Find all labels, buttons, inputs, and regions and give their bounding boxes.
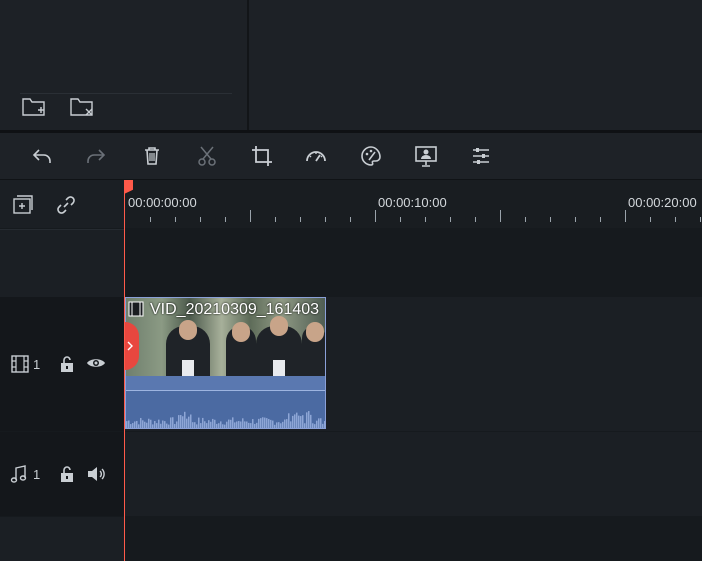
video-clip[interactable]: VID_20210309_161403 [125, 297, 326, 429]
empty-track-lane[interactable] [125, 229, 702, 296]
ruler-tick [225, 217, 226, 222]
ruler-tick [600, 217, 601, 222]
volume-icon[interactable] [85, 463, 107, 485]
speed-icon[interactable] [304, 144, 328, 168]
ruler-tick [475, 217, 476, 222]
ruler-tick [325, 217, 326, 222]
video-track-number: 1 [33, 357, 41, 372]
ruler-tick [350, 217, 351, 222]
timecode-0: 00:00:00:00 [128, 195, 197, 210]
ruler-tick [550, 217, 551, 222]
ruler-tick [675, 217, 676, 222]
link-icon[interactable] [55, 194, 77, 216]
ruler-tick [500, 210, 501, 222]
eye-icon[interactable] [85, 352, 107, 374]
ruler-tick [275, 217, 276, 222]
lock-icon[interactable] [56, 353, 78, 375]
ruler-tick [650, 217, 651, 222]
film-icon [128, 301, 144, 317]
video-track-header: 1 [0, 297, 125, 431]
film-icon [9, 353, 31, 375]
media-library-panel [0, 0, 247, 130]
split-marker[interactable] [125, 322, 139, 370]
preview-panel [249, 0, 702, 130]
empty-track-header [0, 229, 125, 297]
delete-icon[interactable] [140, 144, 164, 168]
clip-audio-waveform [126, 376, 325, 428]
ruler-tick [700, 217, 701, 222]
lock-icon[interactable] [56, 463, 78, 485]
ruler-tick [375, 210, 376, 222]
redo-icon[interactable] [84, 144, 108, 168]
green-screen-icon[interactable] [414, 144, 438, 168]
ruler-tick [150, 217, 151, 222]
clip-title: VID_20210309_161403 [150, 301, 320, 318]
ruler-tick [300, 217, 301, 222]
ruler-tick [625, 210, 626, 222]
new-folder-icon[interactable] [22, 96, 46, 118]
timeline-ruler[interactable]: 00:00:00:00 00:00:10:00 00:00:20:00 [125, 180, 702, 228]
audio-track-header: 1 [0, 432, 125, 516]
ruler-tick [175, 217, 176, 222]
audio-track-lane[interactable] [125, 432, 702, 516]
timeline-header-tools [0, 180, 125, 228]
music-note-icon [8, 463, 30, 485]
ruler-tick [575, 217, 576, 222]
empty-bottom-lane [125, 517, 702, 561]
timeline-footer [0, 517, 125, 561]
timecode-20: 00:00:20:00 [628, 195, 697, 210]
cut-icon[interactable] [195, 144, 219, 168]
crop-icon[interactable] [250, 144, 274, 168]
add-track-icon[interactable] [12, 194, 34, 216]
ruler-tick [400, 217, 401, 222]
adjust-icon[interactable] [469, 144, 493, 168]
audio-track-number: 1 [33, 467, 41, 482]
delete-folder-icon[interactable] [70, 96, 94, 118]
timecode-10: 00:00:10:00 [378, 195, 447, 210]
ruler-tick [525, 217, 526, 222]
undo-icon[interactable] [30, 144, 54, 168]
ruler-tick [250, 210, 251, 222]
color-icon[interactable] [359, 144, 383, 168]
media-panel-divider [20, 93, 232, 94]
timeline-toolbar [0, 133, 702, 180]
ruler-tick [450, 217, 451, 222]
ruler-tick [200, 217, 201, 222]
playhead[interactable] [124, 180, 125, 561]
ruler-tick [425, 217, 426, 222]
